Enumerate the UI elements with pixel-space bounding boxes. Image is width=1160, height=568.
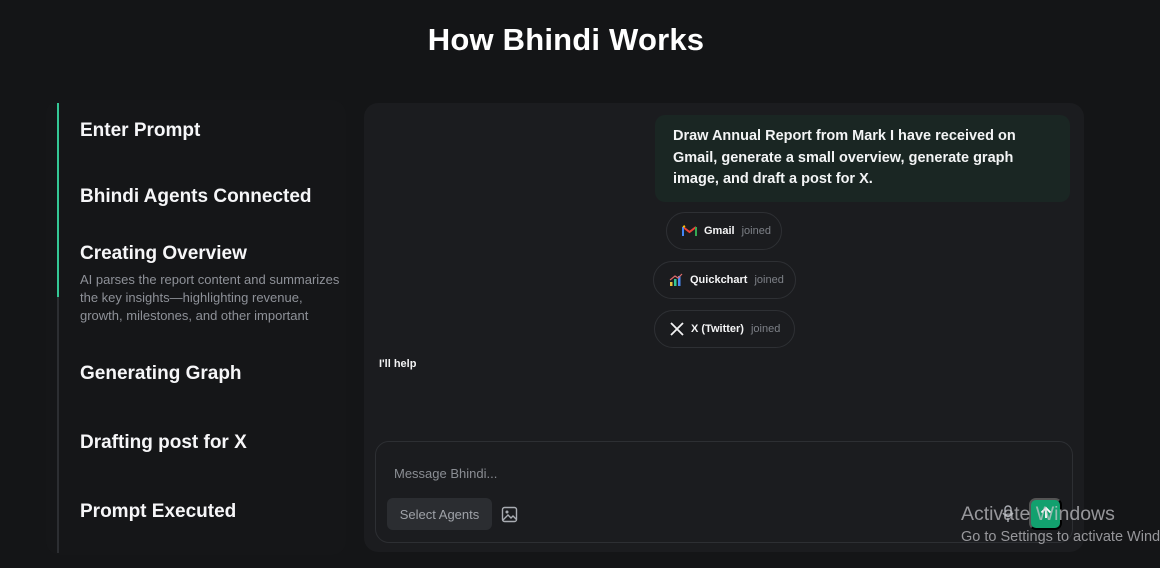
step-generating-graph[interactable]: Generating Graph (80, 363, 350, 385)
agent-status: joined (754, 274, 784, 286)
quickchart-icon (669, 273, 683, 287)
select-agents-button[interactable]: Select Agents (387, 498, 492, 530)
agent-pill-gmail: Gmail joined (666, 212, 782, 250)
agent-name: Gmail (704, 225, 735, 237)
image-icon[interactable] (499, 504, 519, 524)
step-drafting-post[interactable]: Drafting post for X (80, 432, 350, 454)
x-icon (670, 322, 684, 336)
agent-name: Quickchart (690, 274, 748, 286)
user-message: Draw Annual Report from Mark I have rece… (655, 115, 1070, 202)
activation-watermark: Activate Windows Go to Settings to activ… (961, 503, 1160, 545)
assistant-message: I'll help (379, 358, 417, 370)
agent-pill-quickchart: Quickchart joined (653, 261, 796, 299)
agent-pill-x: X (Twitter) joined (654, 310, 795, 348)
step-enter-prompt[interactable]: Enter Prompt (80, 120, 350, 142)
chat-panel: Draw Annual Report from Mark I have rece… (364, 103, 1084, 552)
gmail-icon (682, 225, 697, 237)
progress-fill (57, 103, 59, 297)
step-title: Prompt Executed (80, 501, 237, 522)
watermark-title: Activate Windows (961, 503, 1115, 525)
step-creating-overview[interactable]: Creating Overview AI parses the report c… (80, 243, 350, 325)
step-title: Drafting post for X (80, 432, 247, 453)
step-title: Enter Prompt (80, 120, 201, 141)
step-prompt-executed[interactable]: Prompt Executed (80, 501, 350, 523)
steps-list: Enter Prompt Bhindi Agents Connected Cre… (46, 100, 346, 555)
agent-status: joined (741, 225, 771, 237)
watermark-subtitle: Go to Settings to activate Windows. (961, 529, 1160, 545)
step-title: Generating Graph (80, 363, 242, 384)
step-agents-connected[interactable]: Bhindi Agents Connected (80, 186, 350, 208)
agent-status: joined (750, 323, 781, 335)
page-title: How Bhindi Works (427, 22, 705, 57)
step-description: AI parses the report content and summari… (80, 272, 340, 323)
agent-name: X (Twitter) (691, 323, 744, 335)
step-title: Bhindi Agents Connected (80, 186, 312, 207)
message-input[interactable] (384, 461, 884, 485)
step-title: Creating Overview (80, 243, 247, 264)
